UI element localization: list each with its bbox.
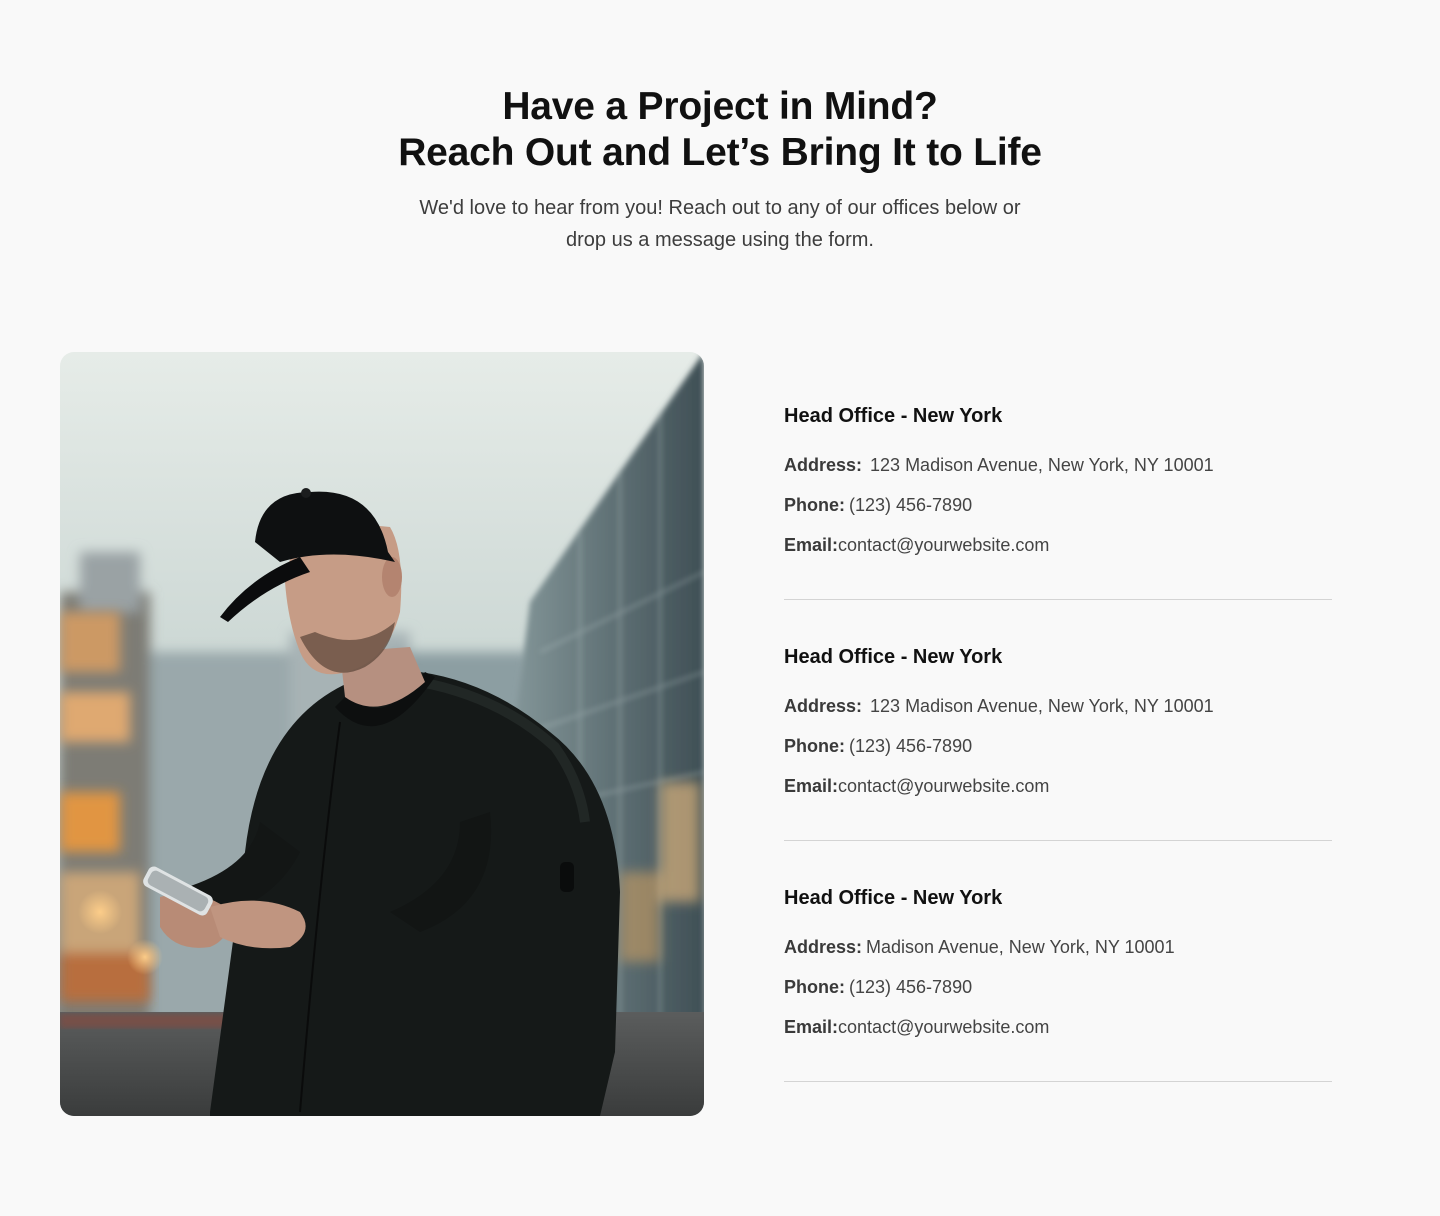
hero-section: Have a Project in Mind? Reach Out and Le… bbox=[0, 84, 1440, 256]
office-address: Address: 123 Madison Avenue, New York, NY… bbox=[784, 451, 1332, 479]
phone-label: Phone: bbox=[784, 736, 845, 756]
office-title: Head Office - New York bbox=[784, 646, 1003, 668]
offices-list: Head Office - New York Address: 123 Madis… bbox=[784, 402, 1332, 1125]
address-label: Address: bbox=[784, 696, 863, 716]
office-email: Email:contact@yourwebsite.com bbox=[784, 772, 1332, 800]
email-link[interactable]: contact@yourwebsite.com bbox=[838, 535, 1049, 555]
office-title: Head Office - New York bbox=[784, 405, 1003, 427]
email-label: Email: bbox=[784, 776, 839, 796]
phone-label: Phone: bbox=[784, 495, 845, 515]
office-title: Head Office - New York bbox=[784, 887, 1003, 909]
office-email: Email:contact@yourwebsite.com bbox=[784, 1013, 1332, 1041]
page-title: Have a Project in Mind? Reach Out and Le… bbox=[0, 84, 1440, 176]
office-address: Address: 123 Madison Avenue, New York, NY… bbox=[784, 692, 1332, 720]
phone-link[interactable]: (123) 456-7890 bbox=[849, 977, 972, 997]
page-subtitle: We'd love to hear from you! Reach out to… bbox=[419, 197, 1021, 251]
email-label: Email: bbox=[784, 1017, 839, 1037]
email-link[interactable]: contact@yourwebsite.com bbox=[838, 776, 1049, 796]
address-value: 123 Madison Avenue, New York, NY 10001 bbox=[870, 696, 1214, 716]
office-card: Head Office - New York Address: 123 Madis… bbox=[784, 402, 1332, 600]
phone-link[interactable]: (123) 456-7890 bbox=[849, 736, 972, 756]
office-phone: Phone: (123) 456-7890 bbox=[784, 973, 1332, 1001]
page-title-line-2: Reach Out and Let’s Bring It to Life bbox=[398, 131, 1042, 174]
address-value: Madison Avenue, New York, NY 10001 bbox=[866, 937, 1175, 957]
page-title-line-1: Have a Project in Mind? bbox=[502, 85, 938, 128]
phone-label: Phone: bbox=[784, 977, 845, 997]
address-label: Address: bbox=[784, 455, 863, 475]
office-card: Head Office - New York Address: Madison A… bbox=[784, 884, 1332, 1082]
office-email: Email:contact@yourwebsite.com bbox=[784, 531, 1332, 559]
office-phone: Phone: (123) 456-7890 bbox=[784, 732, 1332, 760]
address-value: 123 Madison Avenue, New York, NY 10001 bbox=[870, 455, 1214, 475]
office-card: Head Office - New York Address: 123 Madis… bbox=[784, 643, 1332, 841]
office-address: Address: Madison Avenue, New York, NY 100… bbox=[784, 933, 1332, 961]
email-label: Email: bbox=[784, 535, 839, 555]
email-link[interactable]: contact@yourwebsite.com bbox=[838, 1017, 1049, 1037]
office-phone: Phone: (123) 456-7890 bbox=[784, 491, 1332, 519]
contact-photo bbox=[60, 352, 704, 1116]
address-label: Address: bbox=[784, 937, 863, 957]
phone-link[interactable]: (123) 456-7890 bbox=[849, 495, 972, 515]
